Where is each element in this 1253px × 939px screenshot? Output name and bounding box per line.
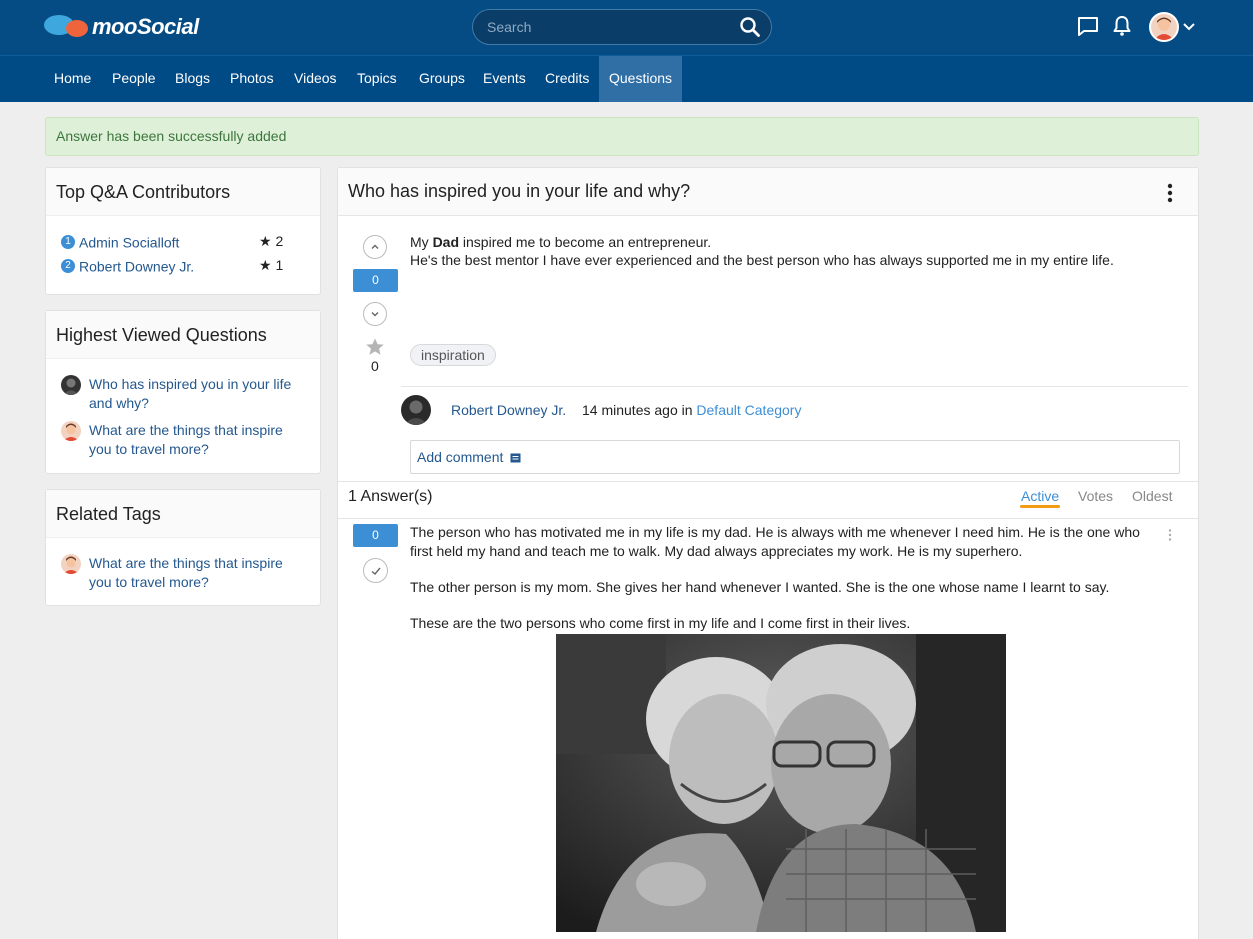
related-tags-box: Related Tags What are the things that in… — [45, 489, 321, 606]
question-avatar — [61, 554, 81, 574]
contributor-item[interactable]: 1 Admin Socialloft — [61, 233, 179, 250]
logo-text: mooSocial — [92, 14, 199, 39]
question-meta: 14 minutes ago in Default Category — [582, 402, 801, 418]
divider — [338, 481, 1198, 482]
question-link[interactable]: Who has inspired you in your life and wh… — [89, 375, 309, 412]
search-bar[interactable] — [472, 9, 772, 45]
contributor-name[interactable]: Admin Socialloft — [79, 234, 179, 250]
chevron-down-icon — [371, 312, 379, 317]
answer-vote-count: 0 — [353, 524, 398, 547]
sort-active-tab[interactable]: Active — [1021, 488, 1059, 504]
favorite-count: 0 — [371, 358, 379, 374]
success-alert: Answer has been successfully added — [45, 117, 1199, 156]
rank-badge: 1 — [61, 235, 75, 250]
rank-badge: 2 — [61, 259, 75, 274]
accept-answer-button[interactable] — [363, 558, 388, 583]
related-tags-title: Related Tags — [46, 490, 320, 538]
question-body: My Dad inspired me to become an entrepre… — [410, 233, 1170, 269]
question-body-line: My Dad inspired me to become an entrepre… — [410, 234, 712, 250]
contributor-score: ★ 1 — [259, 257, 284, 273]
search-input[interactable] — [487, 10, 727, 44]
answer-paragraph: The person who has motivated me in my li… — [410, 524, 1140, 559]
author-avatar[interactable] — [401, 395, 431, 425]
chevron-down-icon[interactable] — [1182, 20, 1196, 34]
question-body-line: He's the best mentor I have ever experie… — [410, 252, 1114, 268]
nav-photos[interactable]: Photos — [220, 56, 284, 102]
top-contributors-title: Top Q&A Contributors — [46, 168, 320, 216]
answer-more-options-icon[interactable] — [1167, 528, 1173, 542]
time-ago: 14 minutes ago in — [582, 402, 697, 418]
chevron-up-icon — [371, 244, 379, 249]
nav-credits[interactable]: Credits — [535, 56, 599, 102]
category-link[interactable]: Default Category — [696, 402, 801, 418]
contributor-item[interactable]: 2 Robert Downey Jr. — [61, 257, 194, 274]
sort-active-indicator — [1020, 505, 1060, 508]
contributor-score: ★ 2 — [259, 233, 284, 249]
check-icon — [371, 567, 381, 575]
nav-people[interactable]: People — [102, 56, 166, 102]
main-nav: Home People Blogs Photos Videos Topics G… — [0, 55, 1253, 102]
highest-viewed-title: Highest Viewed Questions — [46, 311, 320, 359]
sort-oldest-tab[interactable]: Oldest — [1132, 488, 1172, 504]
tag-chip[interactable]: inspiration — [410, 344, 496, 366]
question-title: Who has inspired you in your life and wh… — [348, 181, 691, 201]
question-panel: Who has inspired you in your life and wh… — [337, 167, 1199, 939]
contributor-name[interactable]: Robert Downey Jr. — [79, 258, 194, 274]
question-avatar — [61, 375, 81, 395]
top-bar: mooSocial — [0, 0, 1253, 55]
nav-blogs[interactable]: Blogs — [165, 56, 220, 102]
nav-questions[interactable]: Questions — [599, 56, 682, 102]
question-link[interactable]: What are the things that inspire you to … — [89, 421, 309, 458]
question-link[interactable]: What are the things that inspire you to … — [89, 554, 309, 591]
site-logo[interactable]: mooSocial — [44, 13, 199, 41]
sort-votes-tab[interactable]: Votes — [1078, 488, 1113, 504]
highest-viewed-box: Highest Viewed Questions Who has inspire… — [45, 310, 321, 474]
divider — [401, 386, 1188, 387]
top-contributors-box: Top Q&A Contributors 1 Admin Socialloft ★… — [45, 167, 321, 295]
bell-icon[interactable] — [1110, 14, 1134, 38]
upvote-button[interactable] — [363, 235, 387, 259]
nav-events[interactable]: Events — [473, 56, 536, 102]
chat-icon[interactable] — [1076, 14, 1100, 38]
question-header: Who has inspired you in your life and wh… — [338, 168, 1198, 216]
user-avatar[interactable] — [1149, 12, 1179, 42]
answer-photo — [556, 634, 1006, 932]
answer-paragraph: These are the two persons who come first… — [410, 615, 911, 631]
nav-topics[interactable]: Topics — [347, 56, 407, 102]
question-avatar — [61, 421, 81, 441]
divider — [338, 518, 1198, 519]
nav-home[interactable]: Home — [44, 56, 101, 102]
nav-groups[interactable]: Groups — [409, 56, 475, 102]
answers-count: 1 Answer(s) — [348, 488, 433, 505]
add-comment-button[interactable]: Add comment — [410, 440, 1180, 474]
answer-paragraph: The other person is my mom. She gives he… — [410, 579, 1110, 595]
vote-count: 0 — [353, 269, 398, 292]
logo-icon — [44, 13, 90, 41]
nav-videos[interactable]: Videos — [284, 56, 347, 102]
downvote-button[interactable] — [363, 302, 387, 326]
comment-icon — [510, 453, 521, 463]
more-options-icon[interactable] — [1164, 182, 1176, 204]
user-avatar-image — [1151, 14, 1177, 40]
author-name-link[interactable]: Robert Downey Jr. — [451, 402, 566, 418]
search-icon[interactable] — [739, 16, 761, 38]
add-comment-label: Add comment — [417, 449, 504, 465]
favorite-star-icon[interactable] — [365, 337, 385, 357]
answer-body: The person who has motivated me in my li… — [410, 523, 1150, 650]
